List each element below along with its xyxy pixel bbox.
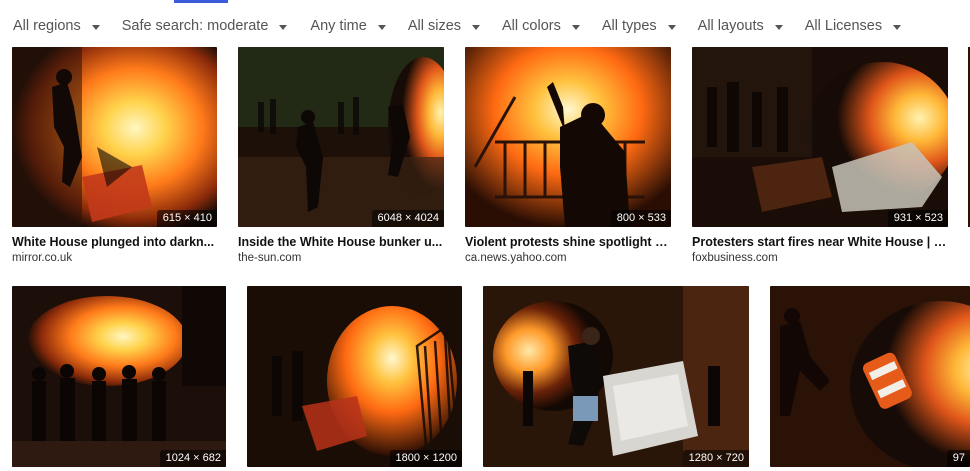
image-dimensions: 800 × 533	[610, 210, 671, 227]
image-result[interactable]: 97	[770, 286, 970, 467]
image-result[interactable]: 800 × 533 Violent protests shine spotlig…	[465, 47, 671, 264]
fire-protest-photo	[238, 47, 444, 227]
result-thumbnail[interactable]: 1800 × 1200	[247, 286, 462, 467]
result-thumbnail[interactable]: 615 × 410	[12, 47, 217, 227]
result-title[interactable]: White House plunged into darkn...	[12, 235, 217, 249]
fire-protest-photo	[692, 47, 948, 227]
image-dimensions: 1024 × 682	[159, 450, 226, 467]
filter-label: Safe search: moderate	[121, 18, 269, 34]
chevron-down-icon	[91, 24, 100, 30]
image-dimensions: 1800 × 1200	[389, 450, 462, 467]
filter-safe-search[interactable]: Safe search: moderate	[122, 18, 288, 34]
chevron-down-icon	[472, 24, 481, 30]
filter-types[interactable]: All types	[602, 18, 676, 34]
filter-regions[interactable]: All regions	[13, 18, 100, 34]
chevron-down-icon	[377, 24, 386, 30]
filter-bar: All regions Safe search: moderate Any ti…	[0, 12, 902, 40]
result-thumbnail[interactable]: 1024 × 682	[12, 286, 226, 467]
filter-time[interactable]: Any time	[310, 18, 386, 34]
image-result[interactable]: 1024 × 682	[12, 286, 226, 467]
result-source[interactable]: foxbusiness.com	[692, 252, 948, 264]
chevron-down-icon	[774, 24, 783, 30]
fire-protest-photo	[770, 286, 970, 467]
result-title[interactable]: Protesters start fires near White House …	[692, 235, 948, 249]
result-thumbnail[interactable]: 6048 × 4024	[238, 47, 444, 227]
result-thumbnail[interactable]: 1280 × 720	[483, 286, 749, 467]
image-result[interactable]: 6048 × 4024 Inside the White House bunke…	[238, 47, 444, 264]
result-thumbnail[interactable]: 97	[770, 286, 970, 467]
active-tab-indicator	[174, 0, 228, 3]
filter-licenses[interactable]: All Licenses	[804, 18, 902, 34]
image-result[interactable]: 1800 × 1200	[247, 286, 462, 467]
filter-label: All types	[601, 18, 657, 34]
chevron-down-icon	[893, 24, 902, 30]
fire-protest-photo	[247, 286, 462, 467]
fire-protest-photo	[483, 286, 749, 467]
filter-label: All regions	[13, 18, 81, 34]
image-dimensions: 6048 × 4024	[371, 210, 444, 227]
chevron-down-icon	[571, 24, 580, 30]
filter-label: All Licenses	[804, 18, 883, 34]
filter-label: All colors	[502, 18, 561, 34]
image-result[interactable]: 931 × 523 Protesters start fires near Wh…	[692, 47, 948, 264]
chevron-down-icon	[667, 24, 676, 30]
result-thumbnail[interactable]: 931 × 523	[692, 47, 948, 227]
result-title[interactable]: Inside the White House bunker u...	[238, 235, 444, 249]
fire-protest-photo	[12, 286, 226, 467]
filter-label: All sizes	[407, 18, 462, 34]
filter-sizes[interactable]: All sizes	[407, 18, 481, 34]
fire-protest-photo	[12, 47, 217, 227]
image-dimensions: 97	[946, 450, 970, 467]
filter-label: All layouts	[697, 18, 764, 34]
result-title[interactable]: Violent protests shine spotlight o...	[465, 235, 671, 249]
image-result[interactable]: 1280 × 720	[483, 286, 749, 467]
result-source[interactable]: the-sun.com	[238, 252, 444, 264]
fire-protest-photo	[465, 47, 671, 227]
image-result[interactable]: 615 × 410 White House plunged into darkn…	[12, 47, 217, 264]
image-dimensions: 931 × 523	[887, 210, 948, 227]
filter-colors[interactable]: All colors	[502, 18, 580, 34]
result-thumbnail[interactable]: 800 × 533	[465, 47, 671, 227]
result-source[interactable]: mirror.co.uk	[12, 252, 217, 264]
image-dimensions: 1280 × 720	[682, 450, 749, 467]
filter-layouts[interactable]: All layouts	[698, 18, 783, 34]
filter-label: Any time	[310, 18, 367, 34]
image-dimensions: 615 × 410	[156, 210, 217, 227]
chevron-down-icon	[279, 24, 288, 30]
result-source[interactable]: ca.news.yahoo.com	[465, 252, 671, 264]
